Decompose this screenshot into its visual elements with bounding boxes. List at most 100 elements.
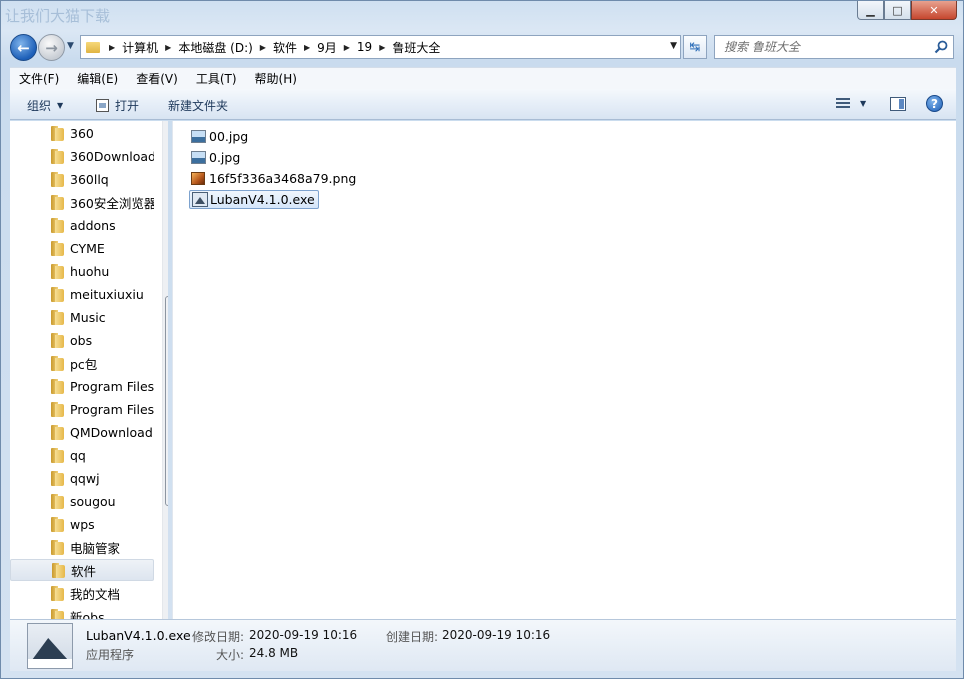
nav-scrollbar[interactable]: ▲ ≡ ▼	[162, 121, 168, 619]
chevron-right-icon[interactable]: ▶	[341, 43, 357, 52]
menu-file[interactable]: 文件(F)	[10, 70, 68, 87]
forward-button[interactable]: →	[38, 34, 65, 61]
scroll-down-icon[interactable]: ▼	[163, 602, 168, 619]
folder-icon	[86, 41, 100, 53]
breadcrumb-september[interactable]: 9月	[317, 39, 341, 56]
views-dropdown[interactable]: ▼	[860, 99, 866, 108]
tree-item[interactable]: wps	[10, 513, 154, 535]
tree-item[interactable]: meituxiuxiu	[10, 283, 154, 305]
breadcrumb-19[interactable]: 19	[357, 40, 376, 54]
detail-size-value: 24.8 MB	[249, 646, 299, 660]
tree-item-label: 360安全浏览器	[70, 195, 154, 211]
organize-label: 组织	[27, 99, 52, 113]
address-bar[interactable]: ▶ 计算机 ▶ 本地磁盘 (D:) ▶ 软件 ▶ 9月 ▶ 19 ▶ 鲁班大全 …	[80, 35, 681, 59]
refresh-button[interactable]: ↹	[683, 35, 707, 59]
breadcrumb: ▶ 计算机 ▶ 本地磁盘 (D:) ▶ 软件 ▶ 9月 ▶ 19 ▶ 鲁班大全	[106, 36, 444, 58]
tree-item[interactable]: 360	[10, 122, 154, 144]
tree-item[interactable]: qq	[10, 444, 154, 466]
tree-item[interactable]: Music	[10, 306, 154, 328]
tree-item-label: meituxiuxiu	[70, 286, 144, 302]
chevron-right-icon[interactable]: ▶	[301, 43, 317, 52]
new-folder-button[interactable]: 新建文件夹	[168, 97, 228, 114]
tree-item[interactable]: addons	[10, 214, 154, 236]
tree-item[interactable]: 我的文档	[10, 582, 154, 604]
menu-tools[interactable]: 工具(T)	[187, 70, 246, 87]
search-box	[714, 35, 954, 59]
file-name: LubanV4.1.0.exe	[210, 192, 315, 207]
folder-icon	[51, 378, 64, 394]
tree-item[interactable]: Program Files	[10, 398, 154, 420]
minimize-button[interactable]: ▁	[857, 1, 884, 20]
back-button[interactable]: ←	[10, 34, 37, 61]
tree-item-label: 360llq	[70, 171, 109, 187]
file-item[interactable]: 16f5f336a3468a79.png	[189, 169, 359, 188]
navigation-pane: 360 360Downloads 360llq 360安全浏览器 addons CYME h…	[10, 121, 168, 619]
detail-size-label: 大小:	[216, 648, 245, 662]
tree-item-label: qqwj	[70, 470, 100, 486]
scroll-thumb[interactable]: ≡	[165, 296, 168, 506]
open-button[interactable]: 打开	[96, 97, 139, 114]
jpg-icon	[191, 130, 206, 143]
search-icon[interactable]	[934, 40, 948, 54]
tree-item[interactable]: 新obs	[10, 605, 154, 619]
chevron-right-icon[interactable]: ▶	[106, 43, 122, 52]
close-button[interactable]: ✕	[911, 1, 957, 20]
tree-item[interactable]: 软件	[10, 559, 154, 581]
tree-item[interactable]: sougou	[10, 490, 154, 512]
folder-icon	[51, 585, 64, 601]
tree-item[interactable]: Program Files	[10, 375, 154, 397]
tree-item[interactable]: huohu	[10, 260, 154, 282]
breadcrumb-computer[interactable]: 计算机	[122, 39, 162, 56]
tree-item[interactable]: 电脑管家	[10, 536, 154, 558]
file-item[interactable]: 00.jpg	[189, 127, 251, 146]
tree-item[interactable]: pc包	[10, 352, 154, 374]
menu-view[interactable]: 查看(V)	[127, 70, 187, 87]
tree-item[interactable]: 360Downloads	[10, 145, 154, 167]
recent-pages-dropdown[interactable]: ▼	[67, 41, 74, 51]
tree-item[interactable]: CYME	[10, 237, 154, 259]
folder-icon	[51, 217, 64, 233]
detail-modified-label: 修改日期:	[192, 630, 245, 644]
preview-pane-icon[interactable]	[890, 97, 906, 111]
tree-item[interactable]: qqwj	[10, 467, 154, 489]
organize-button[interactable]: 组织 ▼	[27, 97, 63, 114]
breadcrumb-local-disk[interactable]: 本地磁盘 (D:)	[178, 39, 256, 56]
tree-item-label: 360Downloads	[70, 148, 154, 164]
scroll-up-icon[interactable]: ▲	[163, 121, 168, 138]
tree-item[interactable]: obs	[10, 329, 154, 351]
folder-icon	[51, 493, 64, 509]
chevron-right-icon[interactable]: ▶	[376, 43, 392, 52]
folder-icon	[51, 125, 64, 141]
menu-bar: 文件(F) 编辑(E) 查看(V) 工具(T) 帮助(H)	[10, 67, 956, 89]
search-input[interactable]	[715, 36, 925, 58]
open-label: 打开	[115, 99, 140, 113]
file-item[interactable]: 0.jpg	[189, 148, 243, 167]
explorer-window: 让我们大猫下载 ▁ □ ✕ ← → ▼ ▶ 计算机 ▶ 本地磁盘 (D:) ▶ …	[0, 0, 964, 679]
chevron-down-icon: ▼	[57, 101, 64, 110]
tree-item[interactable]: 360安全浏览器	[10, 191, 154, 213]
tree-item-label: qq	[70, 447, 86, 463]
detail-created-value: 2020-09-19 10:16	[442, 628, 551, 642]
maximize-button[interactable]: □	[884, 1, 911, 20]
change-view-icon[interactable]	[836, 98, 850, 110]
menu-help[interactable]: 帮助(H)	[246, 70, 306, 87]
menu-edit[interactable]: 编辑(E)	[68, 70, 127, 87]
folder-icon	[51, 447, 64, 463]
tree-item-label: wps	[70, 516, 95, 532]
exe-icon	[192, 192, 208, 207]
address-history-dropdown[interactable]: ▼	[670, 41, 677, 51]
file-item[interactable]: LubanV4.1.0.exe	[189, 190, 319, 209]
breadcrumb-software[interactable]: 软件	[273, 39, 301, 56]
navigation-bar: ← → ▼ ▶ 计算机 ▶ 本地磁盘 (D:) ▶ 软件 ▶ 9月 ▶ 19 ▶…	[1, 31, 963, 63]
tree-item-label: sougou	[70, 493, 116, 509]
chevron-right-icon[interactable]: ▶	[257, 43, 273, 52]
detail-file-name: LubanV4.1.0.exe	[86, 628, 191, 643]
help-icon[interactable]: ?	[926, 95, 943, 112]
folder-icon	[51, 263, 64, 279]
tree-item[interactable]: QMDownload	[10, 421, 154, 443]
chevron-right-icon[interactable]: ▶	[162, 43, 178, 52]
breadcrumb-luban[interactable]: 鲁班大全	[392, 39, 444, 56]
tree-item[interactable]: 360llq	[10, 168, 154, 190]
file-list: 00.jpg 0.jpg 16f5f336a3468a79.png LubanV4.1…	[172, 121, 956, 619]
tree-item-label: pc包	[70, 356, 98, 372]
